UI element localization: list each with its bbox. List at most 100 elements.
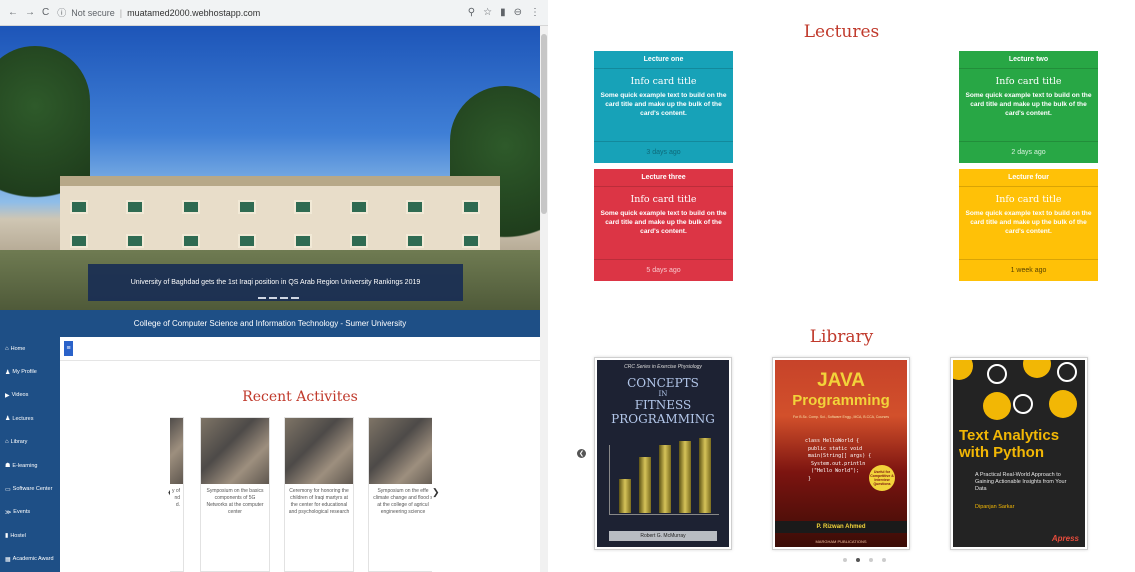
lecture-card[interactable]: Lecture two Info card title Some quick exa… bbox=[959, 51, 1098, 163]
lecture-card[interactable]: Lecture four Info card title Some quick ex… bbox=[959, 169, 1098, 281]
sidebar-item-label: Academic Award bbox=[12, 556, 54, 563]
sidebar-item-label: Lectures bbox=[12, 415, 34, 422]
site-title-bar: College of Computer Science and Informat… bbox=[0, 310, 540, 337]
lecture-card-text: Some quick example text to build on the … bbox=[600, 92, 727, 118]
lecture-card-text: Some quick example text to build on the … bbox=[965, 210, 1092, 236]
graduation-icon: ☗ bbox=[5, 463, 11, 470]
scrollbar-thumb[interactable] bbox=[541, 34, 547, 214]
monitor-icon: ▭ bbox=[5, 486, 11, 493]
menu-icon[interactable]: ⋮ bbox=[530, 7, 540, 18]
lecture-card-footer: 3 days ago bbox=[594, 141, 733, 163]
book-title-line: Programming bbox=[792, 392, 890, 409]
lecture-card-header: Lecture four bbox=[959, 169, 1098, 187]
lecture-card-title: Info card title bbox=[630, 76, 697, 87]
library-indicator[interactable] bbox=[843, 558, 847, 562]
menu-toggle-icon: ≡ bbox=[66, 345, 71, 352]
home-icon: ⌂ bbox=[5, 345, 9, 352]
book-publisher: Apress bbox=[1051, 534, 1079, 543]
security-label: Not secure bbox=[71, 7, 115, 18]
book-text-analytics[interactable]: Text Analytics with Python A Practical R… bbox=[950, 357, 1088, 550]
lecture-card[interactable]: Lecture three Info card title Some quick e… bbox=[594, 169, 733, 281]
lecture-card-body: Info card title Some quick example text t… bbox=[959, 69, 1098, 139]
book-badge: Useful for Competitive & Interview Quest… bbox=[869, 465, 895, 491]
back-icon[interactable]: ← bbox=[8, 7, 18, 18]
page-scrollbar[interactable] bbox=[540, 26, 548, 572]
book-cover: JAVA Programming For B.Sc. Comp. Sci., S… bbox=[775, 360, 907, 547]
lecture-card-footer: 1 week ago bbox=[959, 259, 1098, 281]
book-publisher: MARGHAM PUBLICATIONS bbox=[815, 539, 867, 544]
activity-caption: Ceremony for honoring the children of Ir… bbox=[288, 488, 350, 515]
lecture-card-footer: 5 days ago bbox=[594, 259, 733, 281]
sidebar-toggle-button[interactable]: ≡ bbox=[64, 341, 73, 356]
video-icon: ▶ bbox=[5, 392, 10, 399]
book-concepts-fitness[interactable]: CRC Series in Exercise Physiology CONCEP… bbox=[594, 357, 732, 550]
library-prev-button[interactable]: ❮ bbox=[577, 449, 586, 458]
sidebar-item-events[interactable]: ≫ Events bbox=[0, 501, 60, 524]
library-indicator[interactable] bbox=[882, 558, 886, 562]
star-icon[interactable]: ☆ bbox=[483, 7, 492, 18]
hero-indicator[interactable] bbox=[269, 297, 277, 299]
sidebar-item-label: My Profile bbox=[12, 369, 37, 376]
activity-caption: y of nd d. bbox=[171, 488, 180, 508]
activity-photo bbox=[285, 418, 353, 484]
sidebar-item-academic-award[interactable]: ▦ Academic Award bbox=[0, 548, 60, 571]
book-title-line: FITNESS bbox=[634, 398, 692, 412]
url-text[interactable]: muatamed2000.webhostapp.com bbox=[127, 8, 260, 18]
hero-carousel[interactable]: University of Baghdad gets the 1st Iraqi… bbox=[0, 26, 540, 310]
lecture-card-header: Lecture one bbox=[594, 51, 733, 69]
hero-indicator[interactable] bbox=[280, 297, 288, 299]
activity-photo bbox=[369, 418, 432, 484]
lecture-card[interactable]: Lecture one Info card title Some quick exa… bbox=[594, 51, 733, 163]
extension-icon[interactable]: ▮ bbox=[500, 7, 506, 18]
book-java-programming[interactable]: JAVA Programming For B.Sc. Comp. Sci., S… bbox=[772, 357, 910, 550]
library-indicators bbox=[843, 558, 886, 562]
chart-illustration-bars bbox=[619, 438, 711, 513]
library-indicator[interactable] bbox=[856, 558, 860, 562]
library-indicator[interactable] bbox=[869, 558, 873, 562]
sidebar-item-software-center[interactable]: ▭ Software Center bbox=[0, 477, 60, 500]
activity-caption: Symposium on the effe climate change and… bbox=[373, 488, 432, 515]
activity-photo bbox=[201, 418, 269, 484]
recent-next-button[interactable]: ❯ bbox=[432, 487, 440, 498]
lecture-card-body: Info card title Some quick example text t… bbox=[594, 69, 733, 139]
book-subtitle: For B.Sc. Comp. Sci., Software Engg., MC… bbox=[793, 415, 889, 419]
website-screenshot: ← → C ⓘ Not secure | muatamed2000.webhos… bbox=[0, 0, 548, 572]
sidebar-item-label: Events bbox=[13, 509, 31, 516]
book-title-line: JAVA bbox=[817, 370, 865, 391]
sidebar-item-library[interactable]: ⌂ Library bbox=[0, 431, 60, 454]
sidebar-item-videos[interactable]: ▶ Videos bbox=[0, 384, 60, 407]
sidebar-item-my-profile[interactable]: ♟ My Profile bbox=[0, 360, 60, 383]
sidebar-item-e-learning[interactable]: ☗ E-learning bbox=[0, 454, 60, 477]
recent-activities-carousel: y of nd d. Symposium on the basics compon… bbox=[170, 417, 432, 572]
users-icon: ♟ bbox=[5, 416, 11, 423]
award-icon: ▦ bbox=[5, 556, 11, 563]
sidebar-item-home[interactable]: ⌂ Home bbox=[0, 337, 60, 360]
reload-icon[interactable]: C bbox=[42, 7, 49, 18]
zoom-icon[interactable]: ⚲ bbox=[468, 7, 475, 18]
hero-caption-text: University of Baghdad gets the 1st Iraqi… bbox=[130, 279, 421, 286]
hero-indicator[interactable] bbox=[291, 297, 299, 299]
info-icon: ⓘ bbox=[57, 8, 67, 18]
book-title-line: PROGRAMMING bbox=[611, 412, 715, 426]
lectures-title: Lectures bbox=[803, 22, 880, 42]
activity-card[interactable]: Symposium on the basics components of 5G… bbox=[200, 417, 270, 572]
library-title: Library bbox=[809, 327, 874, 347]
activity-card[interactable]: Symposium on the effe climate change and… bbox=[368, 417, 432, 572]
book-subtitle: A Practical Real-World Approach to Gaini… bbox=[975, 472, 1067, 493]
screenshot-root: ← → C ⓘ Not secure | muatamed2000.webhos… bbox=[0, 0, 1135, 572]
recent-activities-title: Recent Activites bbox=[242, 389, 358, 405]
sidebar-item-hostel[interactable]: ▮ Hostel bbox=[0, 524, 60, 547]
activity-card[interactable]: Ceremony for honoring the children of Ir… bbox=[284, 417, 354, 572]
account-icon[interactable]: ⊖ bbox=[514, 7, 522, 18]
book-title-line: Text Analytics bbox=[959, 427, 1060, 444]
activity-photo bbox=[170, 418, 183, 484]
activity-card[interactable]: y of nd d. bbox=[170, 417, 184, 572]
forward-icon[interactable]: → bbox=[25, 7, 35, 18]
address-bar[interactable]: ⓘ Not secure | muatamed2000.webhostapp.c… bbox=[57, 5, 260, 21]
hero-indicator[interactable] bbox=[258, 297, 266, 299]
site-title: College of Computer Science and Informat… bbox=[133, 319, 407, 328]
lecture-card-header: Lecture two bbox=[959, 51, 1098, 69]
lecture-card-text: Some quick example text to build on the … bbox=[965, 92, 1092, 118]
sidebar-item-label: Home bbox=[10, 345, 26, 352]
sidebar-item-lectures[interactable]: ♟ Lectures bbox=[0, 407, 60, 430]
